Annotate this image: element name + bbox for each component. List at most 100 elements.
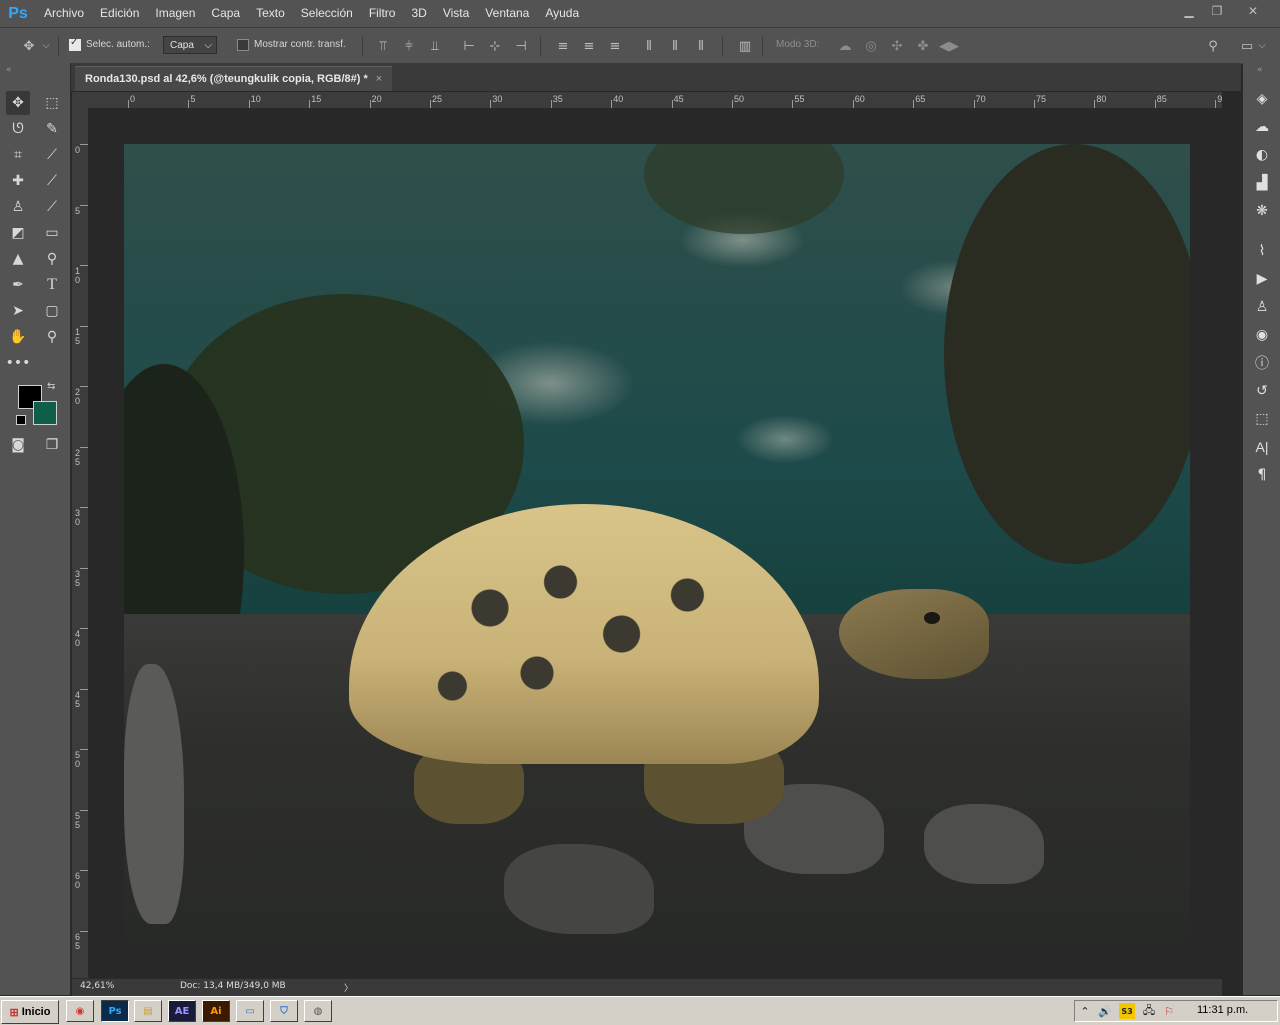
chevron-down-icon[interactable]: ⌵ bbox=[1256, 37, 1268, 55]
distribute-vcenter-icon[interactable]: ≡ bbox=[580, 37, 598, 55]
path-selection-tool-icon[interactable]: ➤ bbox=[6, 299, 30, 323]
show-transform-checkbox[interactable] bbox=[237, 39, 249, 51]
status-menu-arrow-icon[interactable]: 〉 bbox=[344, 981, 353, 994]
3d-icon[interactable]: ⬚ bbox=[1250, 407, 1274, 431]
menu-filtro[interactable]: Filtro bbox=[361, 0, 404, 27]
auto-align-icon[interactable]: ▥ bbox=[736, 37, 754, 55]
search-icon[interactable]: ⚲ bbox=[1204, 37, 1222, 55]
layers-icon[interactable]: ◈ bbox=[1250, 87, 1274, 111]
menu-3d[interactable]: 3D bbox=[403, 0, 434, 27]
more-tools-icon[interactable]: ••• bbox=[6, 351, 31, 375]
paragraph-icon[interactable]: ¶ bbox=[1250, 463, 1274, 487]
zoom-tool-icon[interactable]: ⚲ bbox=[40, 325, 64, 349]
move-tool-icon[interactable]: ✥ bbox=[6, 91, 30, 115]
start-button[interactable]: ⊞ Inicio bbox=[1, 1000, 59, 1024]
paint-icon[interactable]: ◍ bbox=[304, 1000, 332, 1022]
photoshop-icon[interactable]: Ps bbox=[101, 1000, 129, 1022]
close-window-icon[interactable]: ✕ bbox=[1238, 0, 1268, 22]
distribute-top-icon[interactable]: ≡ bbox=[554, 37, 572, 55]
menu-ayuda[interactable]: Ayuda bbox=[537, 0, 587, 27]
channels-icon[interactable]: ◉ bbox=[1250, 323, 1274, 347]
image-canvas[interactable] bbox=[124, 144, 1190, 942]
background-color-swatch[interactable] bbox=[33, 401, 57, 425]
menu-texto[interactable]: Texto bbox=[248, 0, 293, 27]
actions-icon[interactable]: ▶ bbox=[1250, 267, 1274, 291]
clone-source-icon[interactable]: ♙ bbox=[1250, 295, 1274, 319]
dodge-tool-icon[interactable]: ⚲ bbox=[40, 247, 64, 271]
chevron-down-icon[interactable]: ⌵ bbox=[40, 37, 52, 55]
quick-selection-tool-icon[interactable]: ✎ bbox=[40, 117, 64, 141]
drag-3d-icon[interactable]: ✣ bbox=[888, 37, 906, 55]
menu-vista[interactable]: Vista bbox=[435, 0, 477, 27]
healing-brush-tool-icon[interactable]: ✚ bbox=[6, 169, 30, 193]
collapse-arrows-icon[interactable]: « bbox=[6, 65, 12, 75]
align-right-icon[interactable]: ⊣ bbox=[512, 37, 530, 55]
distribute-left-icon[interactable]: ⦀ bbox=[640, 37, 658, 55]
brush-settings-icon[interactable]: ❋ bbox=[1250, 199, 1274, 223]
scale-3d-icon[interactable]: ◀▶ bbox=[939, 37, 959, 55]
default-colors-icon[interactable] bbox=[16, 415, 26, 425]
swap-colors-icon[interactable]: ⇆ bbox=[47, 381, 55, 392]
character-icon[interactable]: A| bbox=[1250, 435, 1274, 459]
eraser-tool-icon[interactable]: ◩ bbox=[6, 221, 30, 245]
align-left-icon[interactable]: ⊢ bbox=[460, 37, 478, 55]
paths-icon[interactable]: ⌇ bbox=[1250, 239, 1274, 263]
shield-icon[interactable]: ⛉ bbox=[270, 1000, 298, 1022]
blur-tool-icon[interactable]: ▲ bbox=[6, 247, 30, 271]
auto-select-target-dropdown[interactable]: Capa ⌵ bbox=[163, 36, 217, 54]
menu-archivo[interactable]: Archivo bbox=[36, 0, 92, 27]
after-effects-icon[interactable]: AE bbox=[168, 1000, 196, 1022]
lasso-tool-icon[interactable]: ᘎ bbox=[6, 117, 30, 141]
document-tab[interactable]: Ronda130.psd al 42,6% (@teungkulik copia… bbox=[75, 66, 393, 91]
roll-3d-icon[interactable]: ◎ bbox=[862, 37, 880, 55]
distribute-hcenter-icon[interactable]: ⦀ bbox=[666, 37, 684, 55]
align-vertical-center-icon[interactable]: ⫩ bbox=[400, 37, 418, 55]
libraries-icon[interactable]: ☁ bbox=[1250, 115, 1274, 139]
marquee-tool-icon[interactable]: ⬚ bbox=[40, 91, 64, 115]
align-bottom-icon[interactable]: ⫫ bbox=[426, 37, 444, 55]
crop-tool-icon[interactable]: ⌗ bbox=[6, 143, 30, 167]
antivirus-icon[interactable]: ⚐ bbox=[1161, 1003, 1177, 1019]
clock[interactable]: 11:31 p.m. bbox=[1197, 1004, 1248, 1016]
eyedropper-tool-icon[interactable]: ⟋ bbox=[40, 143, 64, 167]
illustrator-icon[interactable]: Ai bbox=[202, 1000, 230, 1022]
chrome-icon[interactable]: ◉ bbox=[66, 1000, 94, 1022]
slide-3d-icon[interactable]: ✤ bbox=[914, 37, 932, 55]
shape-tool-icon[interactable]: ▢ bbox=[40, 299, 64, 323]
quick-mask-icon[interactable]: ◙ bbox=[6, 433, 30, 457]
volume-icon[interactable]: 🔊 bbox=[1097, 1003, 1113, 1019]
history-brush-tool-icon[interactable]: ⟋ bbox=[40, 195, 64, 219]
distribute-bottom-icon[interactable]: ≡ bbox=[606, 37, 624, 55]
menu-imagen[interactable]: Imagen bbox=[147, 0, 203, 27]
menu-edicion[interactable]: Edición bbox=[92, 0, 147, 27]
workspace-icon[interactable]: ▭ bbox=[1238, 37, 1256, 55]
s3-tray-icon[interactable]: S3 bbox=[1119, 1003, 1135, 1019]
minimize-icon[interactable]: ▁ bbox=[1174, 0, 1204, 22]
screen-mode-icon[interactable]: ❐ bbox=[40, 433, 64, 457]
auto-select-checkbox[interactable] bbox=[69, 37, 81, 51]
align-top-icon[interactable]: ⫪ bbox=[374, 37, 392, 55]
menu-capa[interactable]: Capa bbox=[203, 0, 248, 27]
network-icon[interactable]: 🖧 bbox=[1141, 1003, 1157, 1019]
move-tool-preset-icon[interactable]: ✥ bbox=[20, 37, 38, 55]
hand-tool-icon[interactable]: ✋ bbox=[6, 325, 30, 349]
clone-stamp-tool-icon[interactable]: ♙ bbox=[6, 195, 30, 219]
document-workspace[interactable] bbox=[89, 108, 1223, 978]
restore-icon[interactable]: ❐ bbox=[1202, 0, 1232, 22]
distribute-right-icon[interactable]: ⦀ bbox=[692, 37, 710, 55]
zoom-level[interactable]: 42,61% bbox=[80, 981, 114, 991]
menu-seleccion[interactable]: Selección bbox=[293, 0, 361, 27]
folder-icon[interactable]: ▤ bbox=[134, 1000, 162, 1022]
close-document-icon[interactable]: × bbox=[376, 73, 382, 85]
orbit-3d-icon[interactable]: ☁ bbox=[836, 37, 854, 55]
menu-ventana[interactable]: Ventana bbox=[477, 0, 537, 27]
tray-expand-icon[interactable]: ⌃ bbox=[1077, 1003, 1093, 1019]
adjustments-icon[interactable]: ◐ bbox=[1250, 143, 1274, 167]
type-tool-icon[interactable]: T bbox=[40, 273, 64, 297]
expand-arrows-icon[interactable]: « bbox=[1257, 65, 1263, 75]
gradient-tool-icon[interactable]: ▭ bbox=[40, 221, 64, 245]
align-horizontal-center-icon[interactable]: ⊹ bbox=[486, 37, 504, 55]
histogram-icon[interactable]: ▟ bbox=[1250, 171, 1274, 195]
info-icon[interactable]: ⓘ bbox=[1250, 351, 1274, 375]
brush-tool-icon[interactable]: ⟋ bbox=[40, 169, 64, 193]
